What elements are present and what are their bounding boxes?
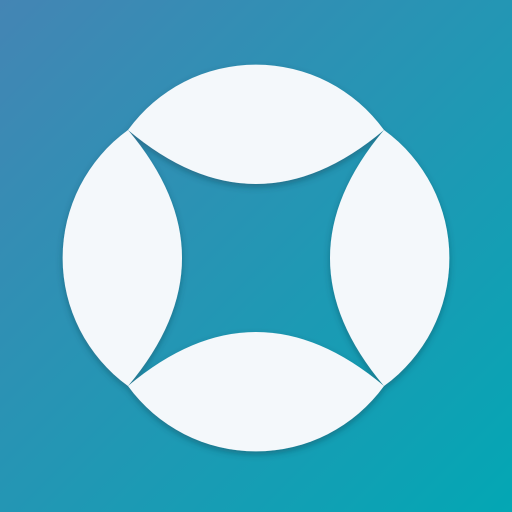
app-icon bbox=[0, 0, 512, 512]
app-icon-graphic bbox=[0, 0, 512, 512]
